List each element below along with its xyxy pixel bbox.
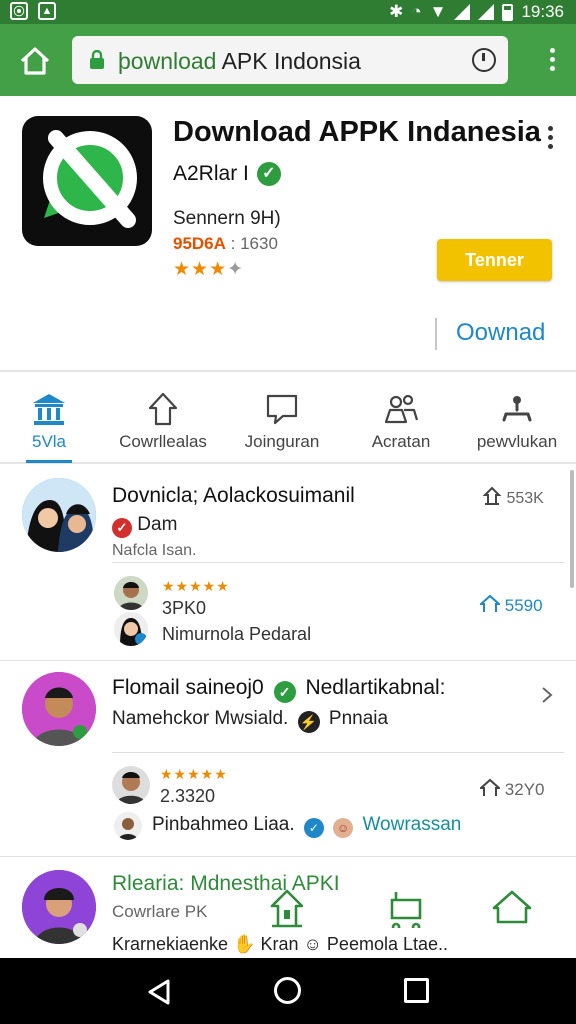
- people-icon: [384, 394, 419, 424]
- hanger-icon: [502, 396, 532, 422]
- post-title: Dovnicla; Aolackosuimanil: [112, 484, 355, 507]
- sub-name: Nimurnola Pedaral: [162, 624, 312, 644]
- tab-acratan[interactable]: Acratan: [366, 390, 436, 452]
- emoji-icon: ☺: [333, 818, 354, 838]
- sub-value: 3PK0: [162, 598, 207, 618]
- status-bar: ⦿ ▲ ✱ ◔ ▼ 19:36: [0, 0, 576, 24]
- signal-icon: [454, 4, 471, 20]
- avatar-small[interactable]: [112, 766, 150, 804]
- bolt-icon: ⚡: [297, 711, 320, 733]
- clock: 19:36: [521, 2, 564, 21]
- arrow-up-icon: [478, 778, 502, 796]
- developer-row: A2Rlar I ✓: [173, 162, 281, 186]
- bank-icon: [33, 394, 65, 425]
- divider: [0, 660, 576, 661]
- bluetooth-icon: ✱: [389, 2, 404, 21]
- tab-switcher-icon[interactable]: [472, 48, 496, 72]
- signal-icon-2: [478, 4, 495, 20]
- verified-check-icon: ✓: [303, 818, 324, 838]
- divider: [0, 856, 576, 857]
- post-caption: Nafcla Isan.: [112, 542, 197, 559]
- avatar-small[interactable]: [114, 576, 148, 610]
- divider: [112, 752, 564, 753]
- avatar-small[interactable]: [114, 812, 142, 840]
- tab-joinguran[interactable]: Joinguran: [242, 390, 322, 452]
- tab-pewvlukan[interactable]: pewvlukan: [472, 390, 562, 452]
- upload-icon[interactable]: [268, 888, 306, 928]
- image-notification-icon: ▲: [38, 2, 56, 20]
- wifi-icon: ▼: [429, 2, 447, 21]
- notification-icon: ⦿: [10, 2, 28, 20]
- sub-value: 2.3320: [160, 786, 216, 806]
- chevron-right-icon[interactable]: [540, 686, 554, 704]
- developer-name: A2Rlar I: [173, 162, 249, 185]
- post-line: Namehckor Mwsiald. ⚡ Pnnaia: [112, 708, 388, 733]
- post-caption: Cowrlare PK: [112, 902, 208, 921]
- app-meta: 95D6A : 1630: [173, 234, 278, 253]
- battery-icon: [502, 3, 514, 21]
- avatar[interactable]: [22, 870, 96, 944]
- tab-collections[interactable]: Cowrllealas: [116, 390, 210, 452]
- arrow-up-icon: [478, 594, 502, 612]
- app-more-icon[interactable]: [548, 126, 554, 153]
- download-link[interactable]: Oownad: [456, 319, 545, 347]
- tab-home[interactable]: 5Vla: [20, 390, 78, 452]
- sub-name-row: Pinbahmeo Liaa. ✓ ☺ Wowrassan: [152, 814, 461, 838]
- recents-icon[interactable]: [404, 978, 429, 1003]
- app-header-card: Download APPK Indanesia A2Rlar I ✓ Senne…: [0, 96, 576, 372]
- home-icon[interactable]: [18, 44, 52, 78]
- active-tab-indicator: [26, 460, 72, 463]
- url-text: þownload APK Indonsia: [118, 48, 361, 74]
- avatar[interactable]: [22, 672, 96, 746]
- post-title: Flomail saineoj0 ✓ Nedlartikabnal:: [112, 676, 446, 703]
- rating-stars: ★★★★★: [162, 578, 230, 594]
- badge-icon: ✓: [112, 518, 132, 538]
- emoji-icon: ☺: [298, 934, 327, 954]
- divider: [435, 318, 437, 350]
- category-tabs: 5Vla Cowrllealas Joinguran Acratan pewvl…: [0, 380, 576, 464]
- divider: [112, 562, 564, 563]
- app-logo-icon[interactable]: [22, 116, 152, 246]
- avatar-small[interactable]: [114, 612, 148, 646]
- app-subtitle: Sennern 9H): [173, 208, 281, 229]
- lock-icon: [90, 50, 104, 69]
- emoji-icon: ✋: [228, 934, 261, 954]
- home-nav-icon[interactable]: [274, 977, 301, 1004]
- overflow-menu-icon[interactable]: [548, 48, 556, 74]
- app-title: Download APPK Indanesia: [173, 116, 541, 148]
- browser-toolbar: þownload APK Indonsia: [0, 24, 576, 96]
- install-button[interactable]: Tenner: [437, 239, 552, 281]
- system-nav-bar: [0, 958, 576, 1024]
- app-rating-stars: ★★★✦: [173, 259, 245, 280]
- verified-check-icon: ✓: [273, 681, 296, 703]
- verified-check-icon: ✓: [256, 162, 281, 186]
- chat-icon: [266, 394, 298, 425]
- rating-stars: ★★★★★: [160, 766, 228, 782]
- sub-count: 5590: [478, 594, 543, 616]
- share-icon: [482, 486, 502, 505]
- avatar[interactable]: [22, 478, 96, 552]
- post-line: Krarnekiaenke ✋ Kran ☺ Peemola Ltae..: [112, 934, 448, 954]
- url-bar[interactable]: þownload APK Indonsia: [72, 36, 508, 84]
- sub-count: 32Y0: [478, 778, 544, 800]
- back-icon[interactable]: [146, 978, 174, 1006]
- post-badge-row: ✓ Dam: [112, 514, 177, 538]
- alarm-icon: ◔: [411, 2, 422, 21]
- cart-icon[interactable]: [386, 888, 426, 928]
- post-count: 553K: [482, 486, 544, 508]
- scrollbar[interactable]: [570, 470, 574, 588]
- pin-icon: [148, 392, 178, 426]
- home-outline-icon[interactable]: [490, 888, 534, 928]
